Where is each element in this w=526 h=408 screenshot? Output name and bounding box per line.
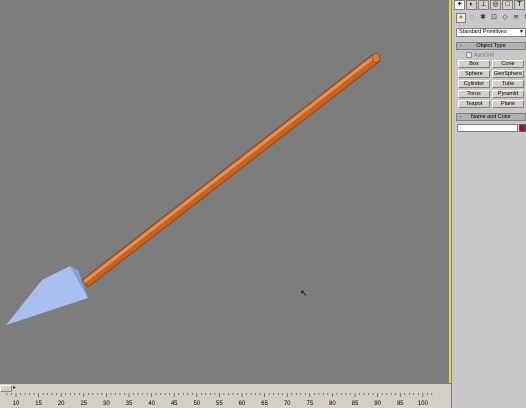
pyramid-button[interactable]: Pyramid xyxy=(492,90,524,98)
mouse-cursor-icon: ↖ xyxy=(300,288,308,298)
primitive-category-value: Standard Primitives xyxy=(459,29,507,35)
ruler-tick-label: 80 xyxy=(329,401,336,407)
modify-tab-icon[interactable]: ◐ xyxy=(466,0,477,10)
chevron-down-icon: ▼ xyxy=(519,29,524,35)
checkbox-icon xyxy=(466,52,472,58)
command-panel-tabs: ✦ ◐ ⊥ ◎ □ T xyxy=(454,0,525,10)
ruler-tick-label: 90 xyxy=(374,401,381,407)
plane-button[interactable]: Plane xyxy=(492,100,524,108)
helpers-icon[interactable]: ◇ xyxy=(500,13,510,23)
create-tab-icon[interactable]: ✦ xyxy=(454,0,465,10)
arrow-shaft[interactable] xyxy=(81,54,381,288)
track-bar-ticks: 10 15 20 25 30 35 40 45 50 55 60 65 70 75 80 85 90 95 100 xyxy=(6,393,433,407)
ruler-tick-label: 40 xyxy=(148,401,155,407)
ruler-tick-label: 30 xyxy=(103,401,110,407)
ruler-tick-label: 75 xyxy=(306,401,313,407)
box-button[interactable]: Box xyxy=(458,60,490,68)
ruler-tick-label: 15 xyxy=(35,401,42,407)
lights-icon[interactable]: ✱ xyxy=(478,13,488,23)
display-tab-icon[interactable]: □ xyxy=(502,0,513,10)
torus-button[interactable]: Torus xyxy=(458,90,490,98)
autogrid-checkbox[interactable]: AutoGrid xyxy=(466,52,494,58)
time-slider-thumb[interactable] xyxy=(0,385,12,392)
autogrid-label: AutoGrid xyxy=(474,52,494,59)
sphere-button[interactable]: Sphere xyxy=(458,70,490,78)
spacewarps-icon[interactable]: ≋ xyxy=(511,13,521,23)
viewport-scene xyxy=(6,53,381,325)
ruler-tick-label: 45 xyxy=(171,401,178,407)
primitive-category-select[interactable]: Standard Primitives ▼ xyxy=(456,28,526,37)
ruler-tick-label: 35 xyxy=(126,401,133,407)
ruler-tick-label: 50 xyxy=(193,401,200,407)
object-name-input[interactable] xyxy=(457,124,518,132)
tube-button[interactable]: Tube xyxy=(492,80,524,88)
shapes-icon[interactable]: ◌ xyxy=(467,13,477,23)
perspective-viewport[interactable]: ↖ xyxy=(0,0,451,383)
ruler-tick-label: 95 xyxy=(397,401,404,407)
motion-tab-icon[interactable]: ◎ xyxy=(490,0,501,10)
track-bar-ruler[interactable]: 10 15 20 25 30 35 40 45 50 55 60 65 70 75 80 85 90 95 100 xyxy=(0,393,451,408)
create-category-tabs: ●◌✱⊡◇≋⚙ xyxy=(456,13,526,23)
cameras-icon[interactable]: ⊡ xyxy=(489,13,499,23)
object-type-rollout[interactable]: - Object Type xyxy=(456,42,526,50)
ruler-tick-label: 10 xyxy=(13,401,20,407)
hierarchy-tab-icon[interactable]: ⊥ xyxy=(478,0,489,10)
arrow-shaft-highlight xyxy=(83,56,375,283)
systems-icon[interactable]: ⚙ xyxy=(522,13,526,23)
ruler-tick-label: 55 xyxy=(216,401,223,407)
teapot-button[interactable]: Teapot xyxy=(458,100,490,108)
rollout-title: Object Type xyxy=(476,43,506,49)
utilities-tab-icon[interactable]: T xyxy=(514,0,525,10)
ruler-tick-label: 60 xyxy=(239,401,246,407)
object-color-swatch[interactable] xyxy=(519,124,526,132)
ruler-tick-label: 65 xyxy=(261,401,268,407)
arrow-shaft-end xyxy=(371,53,381,63)
ruler-tick-label: 100 xyxy=(418,401,429,407)
chevron-right-icon[interactable]: ▸ xyxy=(13,384,16,391)
ruler-tick-label: 70 xyxy=(284,401,291,407)
name-and-color-rollout[interactable]: - Name and Color xyxy=(456,113,526,121)
ruler-tick-label: 20 xyxy=(58,401,65,407)
time-slider[interactable]: ▸ xyxy=(0,383,451,393)
geosphere-button[interactable]: GeoSphere xyxy=(492,70,524,78)
cone-button[interactable]: Cone xyxy=(492,60,524,68)
cylinder-button[interactable]: Cylinder xyxy=(458,80,490,88)
rollout-title: Name and Color xyxy=(470,114,512,120)
ruler-tick-label: 85 xyxy=(352,401,359,407)
geometry-icon[interactable]: ● xyxy=(456,13,466,23)
command-panel: ✦◐⊥◎□T ●◌✱⊡◇≋⚙ Standard Primitives ▼ - O… xyxy=(451,0,526,408)
ruler-tick-label: 25 xyxy=(80,401,87,407)
